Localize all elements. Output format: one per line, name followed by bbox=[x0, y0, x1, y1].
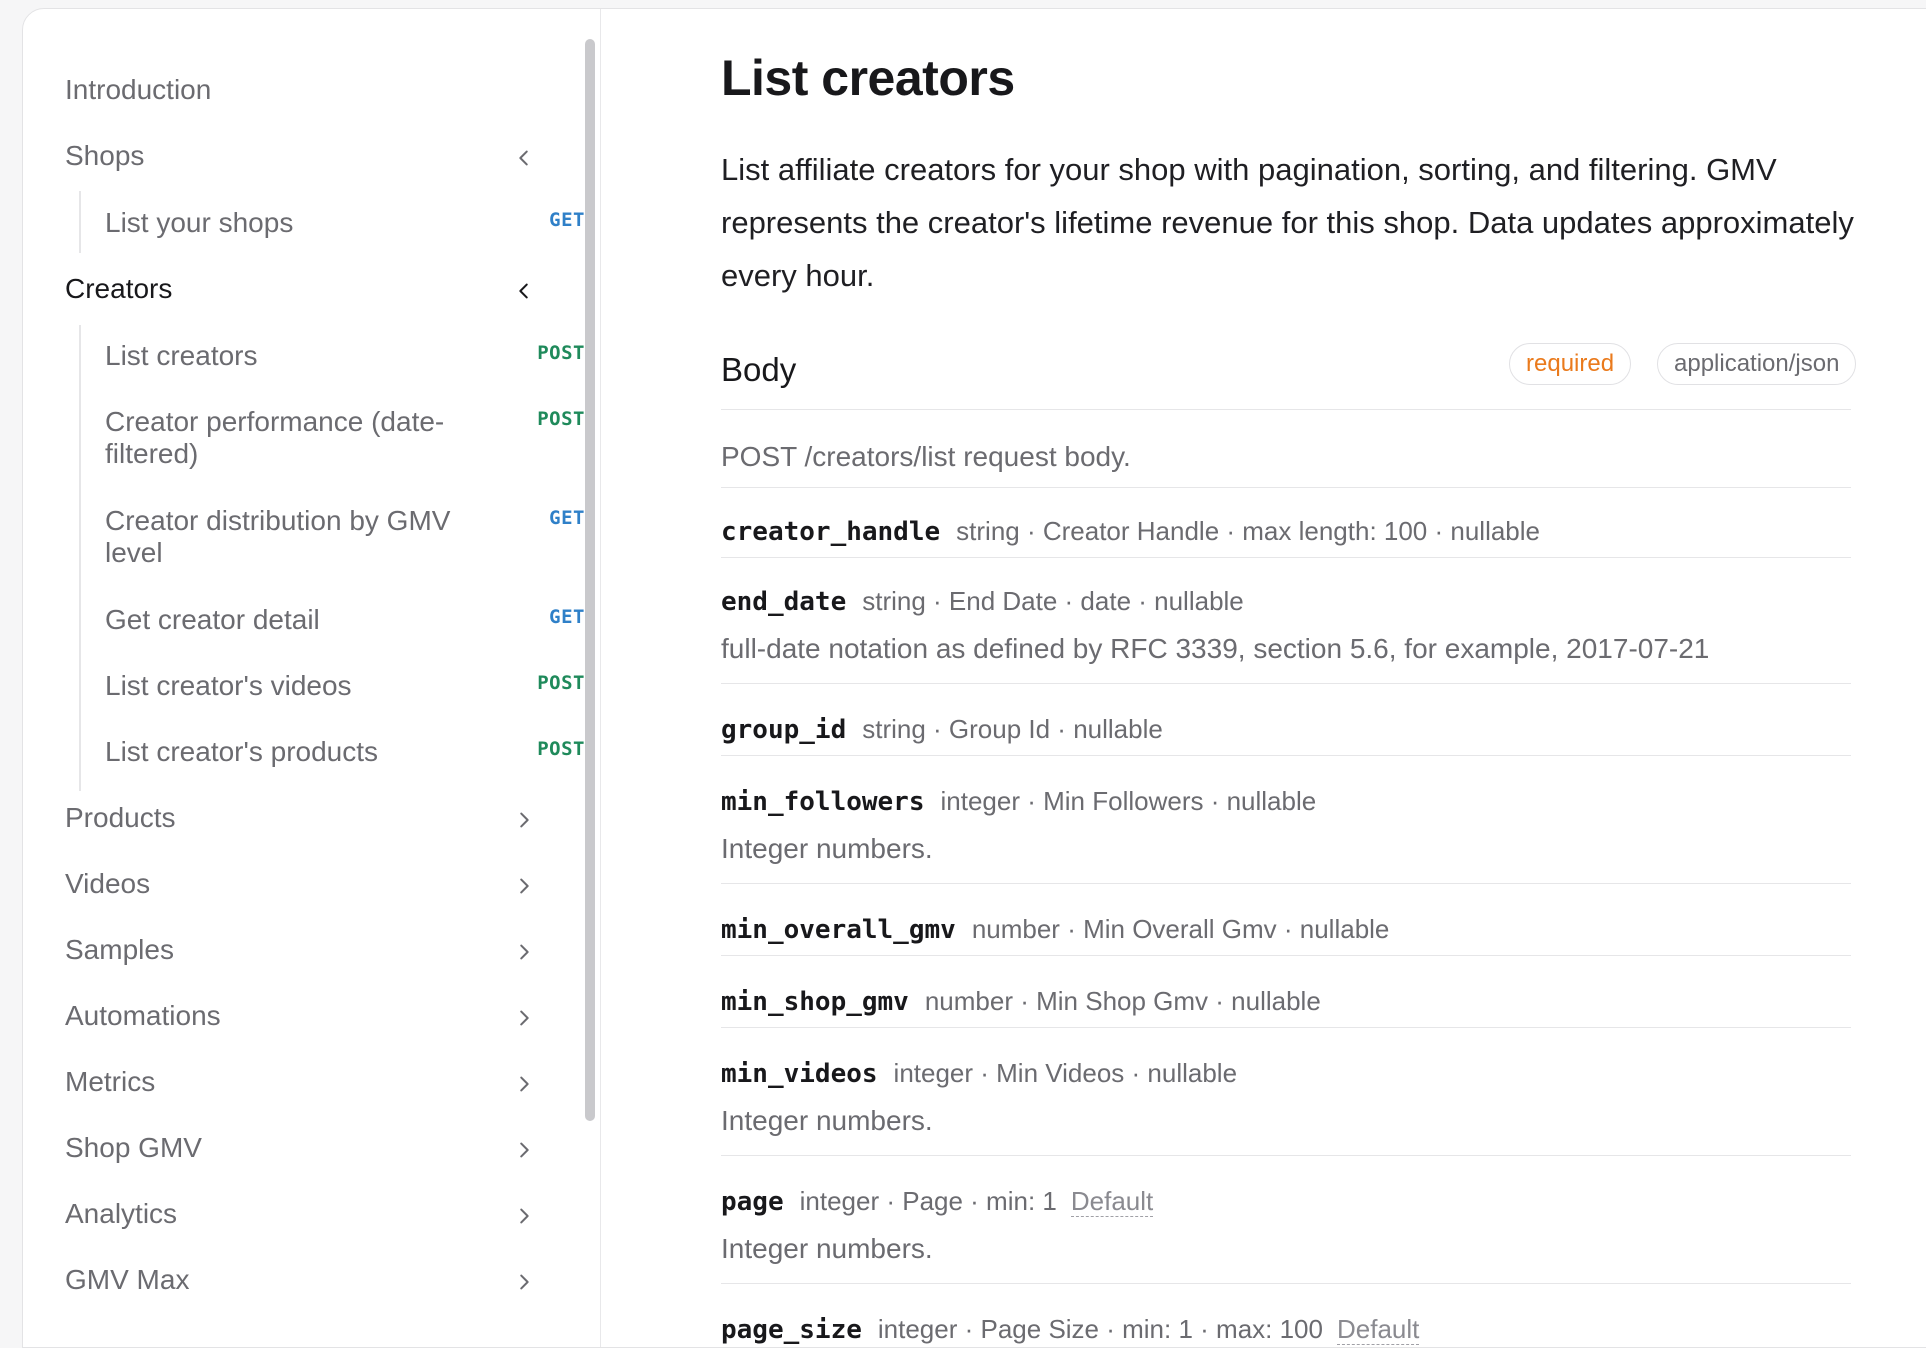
sidebar-item-videos[interactable]: Videos bbox=[65, 868, 150, 900]
param-meta: string · Group Id · nullable bbox=[862, 714, 1163, 744]
param-name: group_id bbox=[721, 715, 847, 745]
method-badge: POST bbox=[537, 738, 585, 760]
method-badge: POST bbox=[537, 408, 585, 430]
divider bbox=[721, 683, 1851, 684]
param-meta: integer · Min Videos · nullable bbox=[893, 1058, 1238, 1088]
sidebar-item-samples[interactable]: Samples bbox=[65, 934, 174, 966]
sidebar-item-metrics[interactable]: Metrics bbox=[65, 1066, 155, 1098]
method-badge: POST bbox=[537, 672, 585, 694]
param-meta: integer · Page · min: 1 bbox=[799, 1186, 1057, 1216]
param-meta: integer · Page Size · min: 1 · max: 100 bbox=[877, 1314, 1323, 1344]
param-min-followers: min_followers integer · Min Followers · n… bbox=[721, 783, 1851, 865]
sidebar-item-label: Creator distribution by GMV level bbox=[105, 505, 451, 568]
param-min-videos: min_videos integer · Min Videos · nullabl… bbox=[721, 1055, 1851, 1137]
param-creator-handle: creator_handle string · Creator Handle · … bbox=[721, 513, 1851, 549]
divider bbox=[721, 955, 1851, 956]
sidebar-item-shops[interactable]: Shops bbox=[65, 140, 144, 172]
chevron-right-icon[interactable] bbox=[509, 871, 539, 901]
param-description: Integer numbers. bbox=[721, 1233, 933, 1264]
divider bbox=[721, 755, 1851, 756]
param-page-size: page_size integer · Page Size · min: 1 · … bbox=[721, 1311, 1851, 1347]
sidebar-item-label: List your shops bbox=[105, 207, 294, 238]
content-type-badge: application/json bbox=[1657, 343, 1857, 385]
divider bbox=[721, 883, 1851, 884]
sidebar-item-introduction[interactable]: Introduction bbox=[65, 74, 211, 106]
body-heading: Body bbox=[721, 351, 797, 388]
param-meta: number · Min Shop Gmv · nullable bbox=[924, 986, 1321, 1016]
chevron-right-icon[interactable] bbox=[509, 805, 539, 835]
sidebar-item-label: Creator performance (date-filtered) bbox=[105, 406, 445, 469]
sidebar-item-creators[interactable]: Creators bbox=[65, 273, 172, 305]
divider bbox=[721, 1155, 1851, 1156]
chevron-right-icon[interactable] bbox=[509, 1003, 539, 1033]
default-value-toggle[interactable]: Default bbox=[1070, 1186, 1154, 1217]
sidebar-item-label: List creators bbox=[105, 340, 258, 371]
chevron-right-icon[interactable] bbox=[509, 937, 539, 967]
param-name: page bbox=[721, 1187, 784, 1217]
sidebar-scrollbar[interactable] bbox=[585, 39, 595, 1121]
param-page: page integer · Page · min: 1 Default Integ… bbox=[721, 1183, 1851, 1265]
param-name: end_date bbox=[721, 587, 847, 617]
sidebar-item-gmv-max[interactable]: GMV Max bbox=[65, 1264, 189, 1296]
param-group-id: group_id string · Group Id · nullable bbox=[721, 711, 1851, 747]
divider bbox=[721, 1027, 1851, 1028]
chevron-left-icon[interactable] bbox=[509, 143, 539, 173]
method-badge: GET bbox=[549, 209, 585, 231]
required-badge: required bbox=[1509, 343, 1632, 385]
param-meta: string · Creator Handle · max length: 10… bbox=[956, 516, 1541, 546]
param-meta: string · End Date · date · nullable bbox=[862, 586, 1244, 616]
divider bbox=[721, 557, 1851, 558]
param-name: min_shop_gmv bbox=[721, 987, 909, 1017]
chevron-right-icon[interactable] bbox=[509, 1069, 539, 1099]
method-badge: GET bbox=[549, 507, 585, 529]
param-name: min_videos bbox=[721, 1059, 878, 1089]
param-meta: integer · Min Followers · nullable bbox=[940, 786, 1317, 816]
sidebar: Introduction Shops List your shops GET C… bbox=[23, 9, 601, 1347]
creators-subgroup-line bbox=[79, 325, 81, 791]
divider bbox=[721, 487, 1851, 488]
shops-subgroup-line bbox=[79, 191, 81, 253]
sidebar-item-label: List creator's products bbox=[105, 736, 379, 767]
param-name: min_overall_gmv bbox=[721, 915, 956, 945]
param-meta: number · Min Overall Gmv · nullable bbox=[971, 914, 1390, 944]
param-min-overall-gmv: min_overall_gmv number · Min Overall Gmv … bbox=[721, 911, 1851, 947]
sidebar-item-automations[interactable]: Automations bbox=[65, 1000, 221, 1032]
chevron-right-icon[interactable] bbox=[509, 1201, 539, 1231]
param-description: full-date notation as defined by RFC 333… bbox=[721, 633, 1710, 664]
chevron-right-icon[interactable] bbox=[509, 1267, 539, 1297]
body-description: POST /creators/list request body. bbox=[721, 441, 1131, 472]
sidebar-item-label: List creator's videos bbox=[105, 670, 352, 701]
divider bbox=[721, 1283, 1851, 1284]
sidebar-item-products[interactable]: Products bbox=[65, 802, 176, 834]
param-name: page_size bbox=[721, 1315, 862, 1345]
app-frame: Introduction Shops List your shops GET C… bbox=[22, 8, 1926, 1348]
param-min-shop-gmv: min_shop_gmv number · Min Shop Gmv · null… bbox=[721, 983, 1851, 1019]
divider bbox=[721, 409, 1851, 410]
page-description: List affiliate creators for your shop wi… bbox=[721, 152, 1854, 293]
chevron-right-icon[interactable] bbox=[509, 1135, 539, 1165]
param-name: min_followers bbox=[721, 787, 925, 817]
param-description: Integer numbers. bbox=[721, 833, 933, 864]
method-badge: GET bbox=[549, 606, 585, 628]
sidebar-item-label: Get creator detail bbox=[105, 604, 320, 635]
param-end-date: end_date string · End Date · date · nulla… bbox=[721, 583, 1851, 665]
param-description: Integer numbers. bbox=[721, 1105, 933, 1136]
sidebar-item-shop-gmv[interactable]: Shop GMV bbox=[65, 1132, 202, 1164]
chevron-left-icon[interactable] bbox=[509, 276, 539, 306]
sidebar-item-analytics[interactable]: Analytics bbox=[65, 1198, 177, 1230]
page-title: List creators bbox=[721, 50, 1015, 106]
param-name: creator_handle bbox=[721, 517, 941, 547]
method-badge: POST bbox=[537, 342, 585, 364]
